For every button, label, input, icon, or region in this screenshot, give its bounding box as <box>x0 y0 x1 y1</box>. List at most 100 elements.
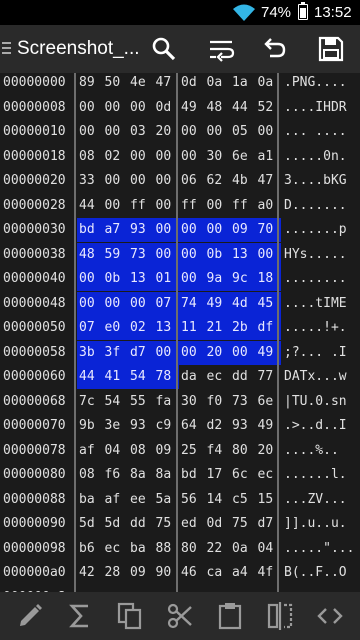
hex-byte[interactable]: 02 <box>103 145 129 169</box>
hex-byte[interactable]: 3f <box>102 340 128 365</box>
hex-byte[interactable]: 5d <box>77 512 103 536</box>
hex-byte[interactable]: 13 <box>230 242 256 267</box>
hex-byte[interactable]: 00 <box>103 169 129 193</box>
hex-byte[interactable]: 46 <box>179 561 205 585</box>
hex-byte[interactable]: 64 <box>179 414 205 438</box>
hex-byte[interactable]: 07 <box>77 316 103 340</box>
hex-byte[interactable]: ca <box>205 561 231 585</box>
hex-byte[interactable]: dd <box>128 512 154 536</box>
hex-byte[interactable]: 08 <box>77 463 103 487</box>
hex-byte[interactable]: 21 <box>204 316 230 340</box>
hex-byte[interactable]: 4b <box>230 169 256 193</box>
hex-byte[interactable]: 00 <box>128 291 154 316</box>
hex-byte[interactable]: 08 <box>77 145 103 169</box>
hex-byte[interactable]: 02 <box>128 316 154 340</box>
hex-byte[interactable]: 25 <box>179 439 205 463</box>
hex-byte[interactable]: 80 <box>230 439 256 463</box>
word-wrap-button[interactable] <box>205 33 237 65</box>
hex-byte[interactable]: 00 <box>204 218 230 242</box>
hex-byte[interactable]: 0a <box>205 73 231 95</box>
hex-byte[interactable]: 00 <box>230 340 256 365</box>
hex-byte[interactable]: ba <box>128 537 154 561</box>
hex-byte[interactable]: 30 <box>179 390 205 414</box>
hex-byte[interactable]: f0 <box>205 390 231 414</box>
hex-byte[interactable]: c5 <box>230 488 256 512</box>
hex-byte[interactable]: 0d <box>179 73 205 95</box>
hex-byte[interactable]: 00 <box>179 145 205 169</box>
hex-byte[interactable]: 00 <box>103 194 129 218</box>
hex-byte[interactable]: 05 <box>230 120 256 144</box>
hex-byte[interactable]: 28 <box>103 561 129 585</box>
hex-byte[interactable]: 00 <box>103 96 129 120</box>
hex-byte[interactable]: 08 <box>128 439 154 463</box>
hex-byte[interactable]: 1a <box>230 73 256 95</box>
hex-byte[interactable]: 56 <box>179 488 205 512</box>
ascii-text[interactable]: .......p <box>284 222 347 237</box>
hex-byte[interactable]: ba <box>77 488 103 512</box>
ascii-text[interactable]: ......l. <box>284 467 347 482</box>
ascii-text[interactable]: ]].u..u. <box>284 516 347 531</box>
hex-byte[interactable]: 00 <box>103 120 129 144</box>
hex-byte[interactable]: 3e <box>103 414 129 438</box>
hex-byte[interactable]: 75 <box>230 512 256 536</box>
code-view-button[interactable] <box>312 598 348 634</box>
hex-byte[interactable]: 54 <box>103 390 129 414</box>
hex-byte[interactable]: 00 <box>128 145 154 169</box>
hex-byte[interactable]: f4 <box>205 439 231 463</box>
save-button[interactable] <box>315 33 347 65</box>
hex-byte[interactable]: bd <box>77 218 103 242</box>
hex-byte[interactable]: 49 <box>179 96 205 120</box>
hex-byte[interactable]: 93 <box>128 414 154 438</box>
hex-byte[interactable]: 73 <box>230 390 256 414</box>
paste-button[interactable] <box>212 598 248 634</box>
hex-byte[interactable]: 42 <box>77 561 103 585</box>
hex-byte[interactable]: 4d <box>230 291 256 316</box>
hex-byte[interactable]: 00 <box>205 120 231 144</box>
ascii-text[interactable]: ...ZV... <box>284 492 347 507</box>
hex-byte[interactable]: 0a <box>230 537 256 561</box>
ascii-text[interactable]: ........ <box>284 271 347 286</box>
hex-byte[interactable]: 7c <box>77 390 103 414</box>
hex-byte[interactable]: 54 <box>128 365 154 389</box>
hex-byte[interactable]: 50 <box>103 73 129 95</box>
ascii-text[interactable]: ....%.. <box>284 443 347 458</box>
ascii-text[interactable]: 3....bKG <box>284 173 347 188</box>
ascii-text[interactable]: D....... <box>284 198 347 213</box>
hex-byte[interactable]: 80 <box>179 537 205 561</box>
hex-byte[interactable]: 74 <box>179 291 205 316</box>
copy-button[interactable] <box>112 598 148 634</box>
ascii-text[interactable]: .PNG.... <box>284 75 347 90</box>
hex-byte[interactable]: 11 <box>179 316 205 340</box>
hex-byte[interactable]: 0b <box>102 267 128 291</box>
hex-byte[interactable]: da <box>179 365 205 389</box>
hex-byte[interactable]: 00 <box>77 96 103 120</box>
hex-byte[interactable]: 44 <box>77 365 103 389</box>
hex-byte[interactable]: 33 <box>77 169 103 193</box>
hex-byte[interactable]: ec <box>103 537 129 561</box>
hex-byte[interactable]: 3b <box>77 340 103 365</box>
hex-byte[interactable]: 06 <box>179 169 205 193</box>
hex-byte[interactable]: 73 <box>128 242 154 267</box>
hex-byte[interactable]: 0b <box>204 242 230 267</box>
hex-byte[interactable]: 2b <box>230 316 256 340</box>
hex-byte[interactable]: 89 <box>77 73 103 95</box>
ascii-text[interactable]: .>..d..I <box>284 418 347 433</box>
search-button[interactable] <box>148 33 180 65</box>
hex-byte[interactable]: 00 <box>77 267 103 291</box>
hex-byte[interactable]: dd <box>230 365 256 389</box>
edit-button[interactable] <box>12 598 48 634</box>
hex-byte[interactable]: 09 <box>128 561 154 585</box>
hex-byte[interactable]: 00 <box>179 267 205 291</box>
hex-byte[interactable]: ff <box>230 194 256 218</box>
hex-byte[interactable]: 04 <box>103 439 129 463</box>
hex-byte[interactable]: 00 <box>128 96 154 120</box>
hex-byte[interactable]: 9c <box>230 267 256 291</box>
hex-byte[interactable]: b6 <box>77 537 103 561</box>
hex-byte[interactable]: ee <box>128 488 154 512</box>
ascii-text[interactable]: ....IHDR <box>284 100 347 115</box>
ascii-text[interactable]: ....."... <box>284 541 354 556</box>
hex-byte[interactable]: 22 <box>205 537 231 561</box>
hex-byte[interactable]: 48 <box>205 96 231 120</box>
hex-byte[interactable]: 14 <box>205 488 231 512</box>
hex-byte[interactable]: d7 <box>128 340 154 365</box>
